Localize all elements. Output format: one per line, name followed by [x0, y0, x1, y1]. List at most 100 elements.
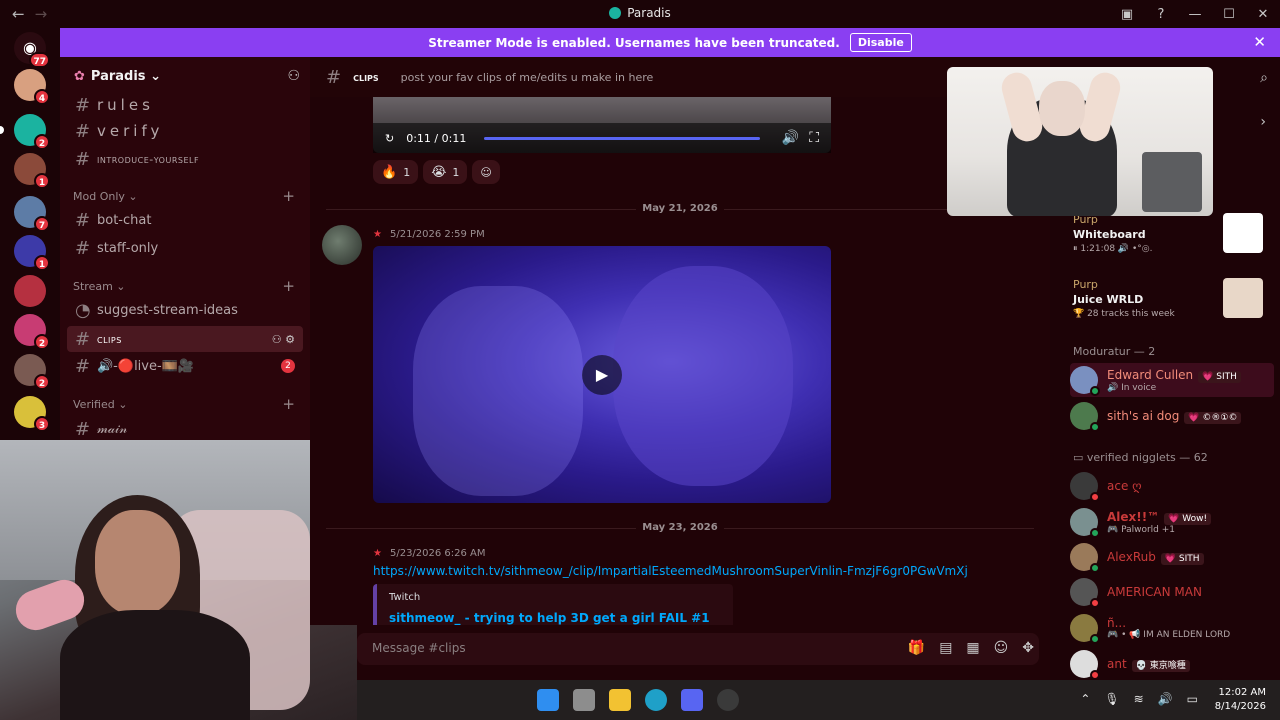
server-icon-7[interactable]: 2 — [14, 354, 50, 390]
message-composer: Message #clips 🎁 ▤ ▦ ☺ ✥ — [357, 625, 1050, 680]
reaction-crying[interactable]: 😭 1 — [423, 160, 468, 184]
add-channel-icon[interactable]: + — [282, 187, 295, 205]
microphone-tray-icon[interactable]: 🎙 — [1104, 692, 1119, 706]
member-item[interactable]: Alex!!™ 💗 Wow! 🎮 Palworld +1 — [1070, 505, 1274, 539]
date-divider-label: May 23, 2026 — [310, 522, 1050, 533]
member-item[interactable]: AlexRub 💗 SITH — [1070, 540, 1274, 574]
windows-start-icon[interactable] — [537, 689, 559, 711]
hash-icon: # — [75, 355, 91, 377]
video-time: 0:11 / 0:11 — [406, 131, 467, 145]
channel-live[interactable]: # 🔊-🔴live-🎞️🎥 2 — [67, 353, 303, 379]
help-icon[interactable]: ? — [1144, 7, 1178, 22]
category-label: Verified — [73, 398, 115, 411]
obs-icon[interactable] — [717, 689, 739, 711]
gif-icon[interactable]: ▤ — [939, 640, 952, 656]
server-icon-2[interactable]: 2 — [14, 114, 50, 150]
member-item[interactable]: AMERICAN MAN — [1070, 575, 1274, 609]
play-icon[interactable]: ▶ — [582, 355, 622, 395]
server-badge: 4 — [34, 89, 50, 105]
chat-header: # clips post your fav clips of me/edits … — [310, 57, 1050, 97]
member-tag: 💗 Wow! — [1164, 512, 1212, 525]
inbox-icon[interactable]: ▣ — [1110, 7, 1144, 22]
edge-browser-icon[interactable] — [645, 689, 667, 711]
channel-suggest[interactable]: ◔ suggest-stream-ideas — [67, 297, 303, 323]
volume-tray-icon[interactable]: 🔊 — [1158, 692, 1173, 706]
channel-clips[interactable]: # clips ⚇ ⚙ — [67, 326, 303, 352]
server-icon-5[interactable]: 1 — [14, 235, 50, 271]
reaction-fire[interactable]: 🔥 1 — [373, 160, 419, 184]
volume-icon[interactable]: 🔊 — [782, 130, 799, 146]
settings-icon[interactable]: ⚇ ⚙ — [272, 333, 295, 346]
video-progress-bar[interactable] — [484, 136, 760, 140]
channel-verify[interactable]: # verify — [67, 118, 303, 144]
member-item[interactable]: ace ღ — [1070, 469, 1274, 503]
embed-provider[interactable]: Twitch — [389, 592, 721, 603]
disable-button[interactable]: Disable — [849, 33, 912, 52]
clip-link[interactable]: https://www.twitch.tv/sithmeow_/clip/Imp… — [373, 564, 968, 578]
category-stream[interactable]: Stream ⌄ + — [73, 277, 299, 295]
webcam-person-face — [95, 510, 180, 615]
category-mod-only[interactable]: Mod Only ⌄ + — [73, 187, 299, 205]
replay-icon[interactable]: ↻ — [385, 132, 394, 145]
gift-icon[interactable]: 🎁 — [908, 640, 925, 656]
add-channel-icon[interactable]: + — [282, 395, 295, 413]
discord-icon[interactable] — [681, 689, 703, 711]
server-header[interactable]: ✿ Paradis ⌄ ⚇ — [60, 57, 310, 97]
server-icon-paradis[interactable] — [14, 275, 46, 307]
close-icon[interactable]: ✕ — [1253, 33, 1266, 51]
message-list[interactable]: ↻ 0:11 / 0:11 🔊 ⛶ 🔥 1 😭 1 ☺ May 21, 2026 ★… — [310, 97, 1050, 625]
sticker-icon[interactable]: ▦ — [966, 640, 979, 656]
direct-messages-icon[interactable]: ◉ 77 — [14, 32, 50, 68]
hash-icon: # — [75, 94, 91, 116]
chevron-right-icon[interactable]: › — [1260, 114, 1266, 130]
maximize-button[interactable]: ☐ — [1212, 7, 1246, 22]
video-attachment[interactable]: ▶ — [373, 246, 831, 503]
task-view-icon[interactable] — [573, 689, 595, 711]
file-explorer-icon[interactable] — [609, 689, 631, 711]
add-reaction-button[interactable]: ☺ — [472, 160, 500, 184]
taskbar: ⌃ 🎙 ≋ 🔊 ▭ 12:02 AM 8/14/2026 — [357, 680, 1280, 720]
apps-icon[interactable]: ✥ — [1022, 640, 1034, 656]
server-icon-8[interactable]: 3 — [14, 396, 50, 432]
avatar — [1070, 614, 1100, 644]
close-window-button[interactable]: ✕ — [1246, 7, 1280, 22]
embed-title[interactable]: sithmeow_ - trying to help 3D get a girl… — [389, 611, 721, 625]
category-verified[interactable]: Verified ⌄ + — [73, 395, 299, 413]
member-name: ace ღ — [1107, 478, 1142, 493]
activity-card[interactable]: Purp Juice WRLD 🏆 28 tracks this week — [1073, 278, 1273, 319]
system-clock[interactable]: 12:02 AM 8/14/2026 — [1215, 686, 1266, 714]
channel-staff-only[interactable]: # staff-only — [67, 235, 303, 261]
member-item[interactable]: ñ... 🎮 • 📢 IM AN ELDEN LORD — [1070, 611, 1274, 645]
minimize-button[interactable]: — — [1178, 7, 1212, 22]
fullscreen-icon[interactable]: ⛶ — [809, 130, 819, 146]
reaction-emoji: 🔥 — [381, 164, 398, 180]
channel-topic[interactable]: post your fav clips of me/edits u make i… — [401, 71, 654, 84]
channel-bot-chat[interactable]: # bot-chat — [67, 207, 303, 233]
server-icon-4[interactable]: 7 — [14, 196, 50, 232]
server-badge: 1 — [34, 173, 50, 189]
server-icon-1[interactable]: 4 — [14, 69, 50, 105]
battery-icon[interactable]: ▭ — [1187, 692, 1198, 706]
member-item[interactable]: Edward Cullen 💗 SITH 🔊 In voice — [1070, 363, 1274, 397]
member-name: Alex!!™ — [1107, 509, 1160, 524]
add-channel-icon[interactable]: + — [282, 277, 295, 295]
category-label: Mod Only — [73, 190, 125, 203]
wifi-icon[interactable]: ≋ — [1134, 692, 1144, 706]
channel-label: rules — [97, 96, 154, 114]
picture-in-picture-stream[interactable] — [947, 67, 1213, 216]
member-item[interactable]: sith's ai dog 💗 ©®①© — [1070, 399, 1274, 433]
hash-icon: # — [326, 66, 342, 88]
channel-main[interactable]: # 𝓂𝒶𝒾𝓃 — [67, 416, 303, 440]
search-icon[interactable]: ⌕ — [1260, 70, 1268, 86]
channel-rules[interactable]: # rules — [67, 92, 303, 118]
server-icon-6[interactable]: 2 — [14, 314, 50, 350]
server-icon-3[interactable]: 1 — [14, 153, 50, 189]
chevron-up-icon[interactable]: ⌃ — [1080, 692, 1090, 706]
member-item[interactable]: ant 💀 東京喰種 — [1070, 647, 1274, 680]
activity-card[interactable]: Purp Whiteboard ⏸ 1:21:08 🔊 •°◎. — [1073, 213, 1273, 254]
invite-icon[interactable]: ⚇ — [287, 68, 300, 84]
video-player[interactable]: ↻ 0:11 / 0:11 🔊 ⛶ — [373, 97, 831, 153]
avatar[interactable] — [322, 225, 362, 265]
channel-introduce[interactable]: # introduce-yourself — [67, 146, 303, 172]
emoji-icon[interactable]: ☺ — [994, 640, 1009, 656]
